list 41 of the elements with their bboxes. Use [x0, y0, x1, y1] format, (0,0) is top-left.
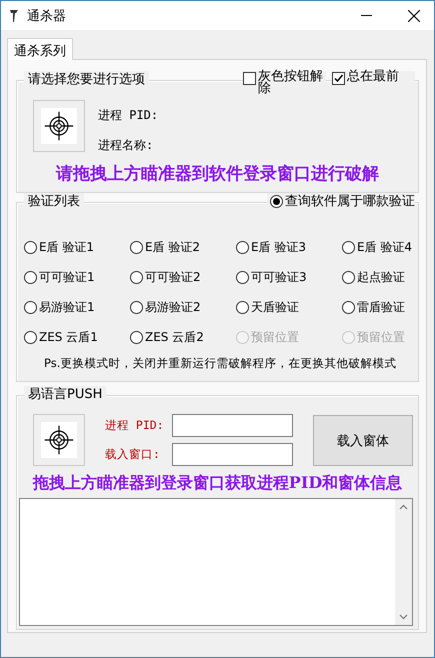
radio-label[interactable]: E盾 验证1 — [39, 238, 94, 256]
radio-label[interactable]: 雷盾验证 — [357, 298, 405, 316]
input-field[interactable] — [172, 414, 293, 437]
field-label: 载入窗口: — [105, 447, 161, 462]
app-icon — [9, 8, 19, 22]
target-button[interactable] — [33, 414, 85, 466]
radio-label[interactable]: 可可验证3 — [251, 268, 307, 286]
radio-button[interactable] — [270, 195, 283, 208]
radio-label[interactable]: ZES 云盾2 — [145, 328, 204, 346]
radio-label[interactable]: E盾 验证4 — [357, 238, 412, 256]
field-label: 进程 PID: — [98, 107, 158, 124]
radio-label[interactable]: E盾 验证3 — [251, 238, 306, 256]
minimize-icon[interactable] — [360, 14, 372, 16]
scroll-bar[interactable] — [395, 499, 412, 625]
hint-text: 请拖拽上方瞄准器到软件登录窗口进行破解 — [54, 163, 380, 185]
radio-label[interactable]: 天盾验证 — [251, 298, 299, 316]
radio-label[interactable]: E盾 验证2 — [145, 238, 200, 256]
checkbox[interactable] — [243, 72, 256, 85]
hint-text: 拖拽上方瞄准器到登录窗口获取进程PID和窗体信息 — [32, 473, 404, 494]
load-button[interactable]: 载入窗体 — [313, 415, 413, 466]
target-button[interactable] — [33, 100, 85, 152]
radio-label[interactable]: ZES 云盾1 — [39, 328, 98, 346]
field-label: 进程 PID: — [105, 418, 165, 433]
input-field[interactable] — [172, 443, 293, 466]
field-label: 进程名称: — [98, 137, 154, 154]
radio-label[interactable]: 起点验证 — [357, 268, 405, 286]
text-area[interactable] — [19, 498, 413, 626]
radio-label[interactable]: 易游验证1 — [39, 298, 95, 316]
radio-label[interactable]: 可可验证2 — [145, 268, 201, 286]
radio-label[interactable]: 可可验证1 — [39, 268, 95, 286]
group-title: 易语言PUSH — [24, 386, 106, 403]
crosshair-icon — [41, 108, 77, 144]
crosshair-icon — [41, 422, 77, 458]
note-text: Ps.更换模式时，关闭并重新运行需破解程序，在更换其他破解模式 — [43, 355, 398, 371]
radio-label[interactable]: 易游验证2 — [145, 298, 201, 316]
group-title: 请选择您要进行选项 — [24, 71, 149, 88]
close-icon[interactable] — [408, 10, 420, 22]
window-title: 通杀器 — [27, 8, 67, 24]
tab[interactable]: 通杀系列 — [7, 38, 73, 60]
group-title: 验证列表 — [24, 193, 84, 210]
checkbox[interactable] — [332, 72, 345, 85]
